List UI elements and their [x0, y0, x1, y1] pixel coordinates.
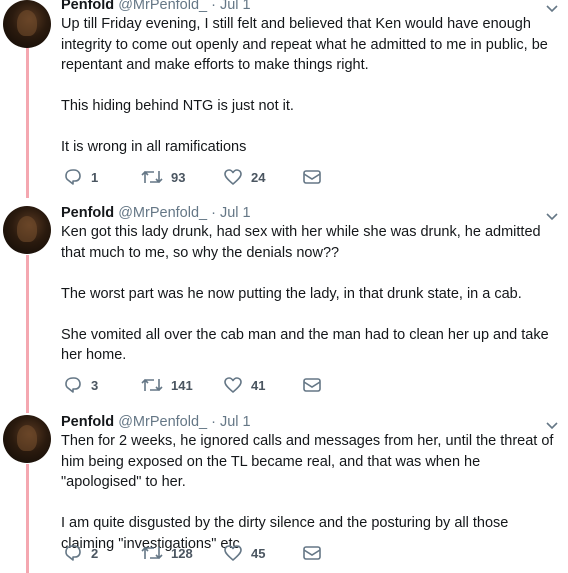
- tweet-text: Up till Friday evening, I still felt and…: [61, 14, 563, 158]
- display-name[interactable]: Penfold: [61, 205, 114, 221]
- separator: ·: [211, 205, 216, 221]
- tweet-paragraph: It is wrong in all ramifications: [61, 139, 247, 155]
- envelope-icon: [303, 546, 321, 560]
- direct-message-button[interactable]: [302, 166, 322, 188]
- handle[interactable]: @MrPenfold_: [118, 205, 207, 221]
- reply-button[interactable]: 3: [63, 374, 98, 396]
- retweet-button[interactable]: 141: [141, 374, 193, 396]
- display-name[interactable]: Penfold: [61, 0, 114, 13]
- tweet-paragraph: The worst part was he now putting the la…: [61, 285, 522, 302]
- reply-button[interactable]: 2: [63, 542, 98, 564]
- reply-icon: [65, 169, 81, 185]
- timestamp[interactable]: Jul 1: [220, 0, 251, 13]
- like-button[interactable]: 41: [223, 374, 265, 396]
- reply-button[interactable]: 1: [63, 166, 98, 188]
- tweet-paragraph: She vomited all over the cab man and the…: [61, 326, 549, 364]
- separator: ·: [211, 0, 216, 13]
- thread-line: [26, 464, 29, 573]
- reply-count: 3: [91, 377, 99, 393]
- retweet-button[interactable]: 93: [141, 166, 185, 188]
- tweet-header: Penfold @MrPenfold_ · Jul 1: [61, 0, 251, 14]
- like-button[interactable]: 24: [223, 166, 265, 188]
- retweet-count: 141: [171, 377, 193, 393]
- thread-line: [26, 48, 29, 198]
- retweet-count: 128: [171, 545, 193, 561]
- tweet-text: Then for 2 weeks, he ignored calls and m…: [61, 431, 563, 554]
- display-name[interactable]: Penfold: [61, 414, 114, 430]
- like-count: 45: [251, 545, 266, 561]
- thread-line: [26, 255, 29, 413]
- tweet-paragraph: Then for 2 weeks, he ignored calls and m…: [61, 433, 554, 490]
- like-button[interactable]: 45: [223, 542, 265, 564]
- retweet-icon: [141, 546, 163, 560]
- reply-count: 2: [91, 545, 99, 561]
- heart-icon: [224, 377, 242, 393]
- retweet-icon: [141, 378, 163, 392]
- timestamp[interactable]: Jul 1: [220, 414, 251, 430]
- heart-icon: [224, 169, 242, 185]
- reply-icon: [65, 545, 81, 561]
- reply-icon: [65, 377, 81, 393]
- timestamp[interactable]: Jul 1: [220, 205, 251, 221]
- retweet-icon: [141, 170, 163, 184]
- tweet-header: Penfold @MrPenfold_ · Jul 1: [61, 204, 251, 222]
- separator: ·: [211, 414, 216, 430]
- direct-message-button[interactable]: [302, 374, 322, 396]
- direct-message-button[interactable]: [302, 542, 322, 564]
- heart-icon: [224, 545, 242, 561]
- like-count: 41: [251, 377, 266, 393]
- envelope-icon: [303, 378, 321, 392]
- tweet-paragraph: This hiding behind NTG is just not it.: [61, 98, 294, 114]
- retweet-button[interactable]: 128: [141, 542, 193, 564]
- reply-count: 1: [91, 169, 99, 185]
- handle[interactable]: @MrPenfold_: [118, 414, 207, 430]
- tweet-paragraph: Up till Friday evening, I still felt and…: [61, 16, 548, 73]
- tweet-header: Penfold @MrPenfold_ · Jul 1: [61, 413, 251, 431]
- tweet-paragraph: Ken got this lady drunk, had sex with he…: [61, 224, 541, 261]
- like-count: 24: [251, 169, 266, 185]
- avatar[interactable]: [3, 415, 51, 463]
- avatar[interactable]: [3, 0, 51, 48]
- envelope-icon: [303, 170, 321, 184]
- tweet-text: Ken got this lady drunk, had sex with he…: [61, 222, 563, 366]
- retweet-count: 93: [171, 169, 186, 185]
- handle[interactable]: @MrPenfold_: [118, 0, 207, 13]
- avatar[interactable]: [3, 206, 51, 254]
